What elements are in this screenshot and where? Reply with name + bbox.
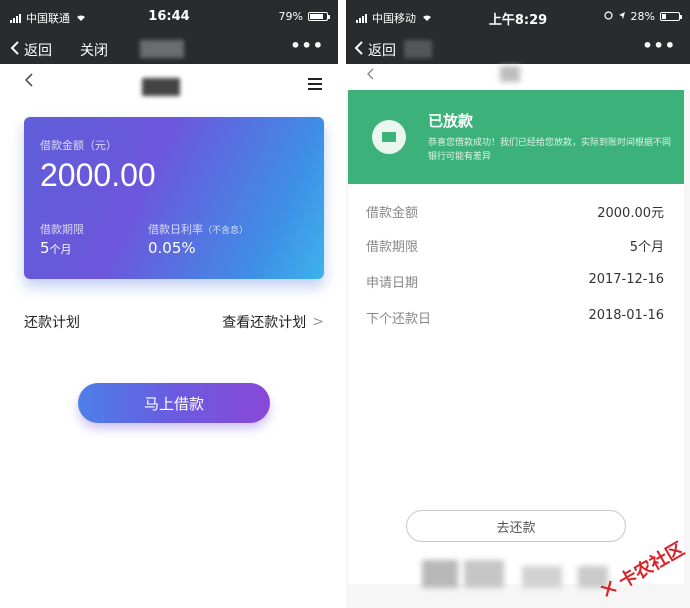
detail-key: 下个还款日 (366, 312, 432, 327)
chevron-left-icon (10, 40, 20, 60)
loan-term: 5个月 (40, 239, 72, 257)
more-menu-button[interactable]: ••• (642, 36, 676, 55)
battery-icon (660, 12, 682, 21)
detail-key: 借款金额 (366, 206, 419, 221)
blurred-page-name (140, 40, 184, 58)
chevron-right-icon: > (312, 314, 324, 330)
nav-bar: 返回 关闭 ••• (0, 34, 338, 64)
view-repayment-plan-link[interactable]: 查看还款计划 > (222, 312, 324, 332)
battery-icon (308, 12, 330, 21)
page-header (0, 64, 338, 104)
status-bar: 中国移动 上午8:29 28% (346, 0, 690, 34)
blurred-region (464, 560, 504, 588)
detail-row: 借款金额 2000.00元 (366, 202, 664, 222)
blurred-close-label (404, 40, 432, 58)
battery-percent: 28% (630, 10, 655, 23)
detail-row: 申请日期 2017-12-16 (366, 272, 664, 292)
back-button[interactable]: 返回 (354, 40, 396, 60)
detail-key: 借款期限 (366, 240, 419, 255)
repay-button[interactable]: 去还款 (406, 510, 626, 542)
detail-value: 2017-12-16 (588, 272, 664, 287)
back-label: 返回 (368, 43, 396, 59)
right-phone-screen: 中国移动 上午8:29 28% 返回 ••• 已放款 恭喜您借款成功！我们已经给… (346, 0, 690, 608)
loan-amount: 2000.00 (40, 157, 156, 193)
success-title: 已放款 (428, 112, 474, 130)
nav-bar: 返回 ••• (346, 34, 690, 64)
rate-label: 借款日利率 (148, 223, 203, 236)
chevron-left-icon[interactable] (366, 66, 375, 85)
detail-row: 下个还款日 2018-01-16 (366, 308, 664, 328)
detail-row: 借款期限 5个月 (366, 236, 664, 256)
loan-card: 借款金额（元） 2000.00 借款期限 5个月 借款日利率（不含息） 0.05… (24, 117, 324, 279)
status-bar: 中国联通 16:44 79% (0, 0, 338, 34)
term-number: 5 (40, 239, 50, 257)
detail-key: 申请日期 (366, 276, 419, 291)
detail-value: 2000.00元 (597, 206, 664, 221)
hamburger-menu-icon[interactable] (308, 78, 322, 93)
success-banner: 已放款 恭喜您借款成功！我们已经给您放款，实际到账时间根据不同银行可能有差异 (348, 90, 684, 184)
amount-label: 借款金额（元） (40, 139, 117, 152)
rate-label-group: 借款日利率（不含息） (148, 221, 248, 237)
left-phone-screen: 中国联通 16:44 79% 返回 关闭 ••• 借款金额（元） 2000.00… (0, 0, 338, 608)
borrow-now-button[interactable]: 马上借款 (78, 383, 270, 423)
chevron-left-icon[interactable] (24, 72, 34, 93)
detail-value: 5个月 (629, 240, 664, 255)
close-button[interactable]: 关闭 (80, 40, 108, 60)
back-button[interactable]: 返回 (10, 40, 52, 60)
repayment-plan-label: 还款计划 (24, 315, 80, 331)
repayment-plan-row: 还款计划 查看还款计划 > (24, 310, 324, 334)
term-unit: 个月 (49, 243, 72, 256)
rotation-lock-icon (603, 10, 613, 23)
chevron-left-icon (354, 40, 364, 60)
blurred-page-title (142, 78, 180, 96)
daily-rate: 0.05% (148, 239, 196, 257)
card-icon (372, 120, 406, 154)
battery-percent: 79% (278, 10, 303, 23)
rate-hint: （不含息） (203, 226, 249, 236)
blurred-page-title (500, 66, 520, 82)
success-description: 恭喜您借款成功！我们已经给您放款，实际到账时间根据不同银行可能有差异 (428, 138, 672, 162)
view-plan-label: 查看还款计划 (222, 315, 307, 331)
term-label: 借款期限 (40, 223, 84, 236)
detail-value: 2018-01-16 (588, 308, 664, 323)
blurred-region (422, 560, 458, 588)
page-header (346, 64, 690, 90)
location-icon (618, 10, 626, 23)
back-label: 返回 (24, 43, 52, 59)
more-menu-button[interactable]: ••• (290, 36, 324, 55)
blurred-region (522, 566, 562, 588)
